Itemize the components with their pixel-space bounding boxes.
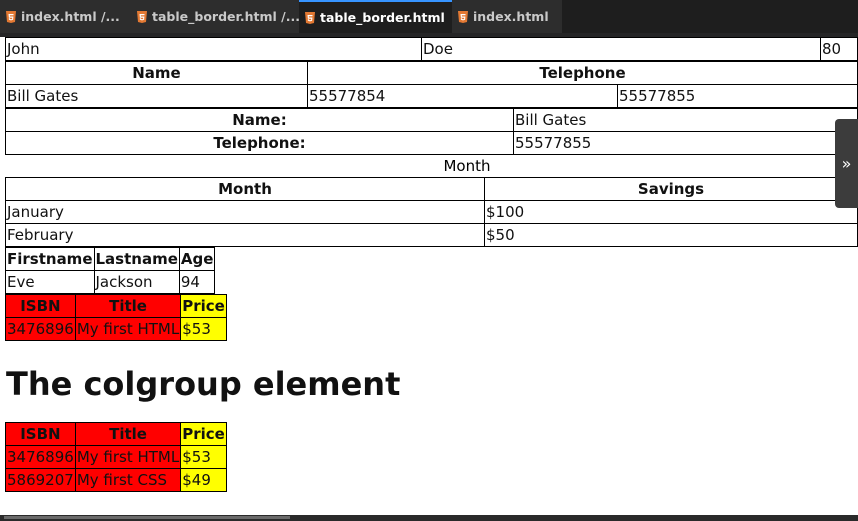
html-file-icon (6, 10, 16, 23)
table-header: Name: (5, 108, 514, 132)
tab-index-html-1[interactable]: index.html /... (0, 0, 131, 33)
table-row: January $100 (5, 200, 858, 224)
table-header: Price (180, 422, 227, 446)
table-cell: My first CSS (74, 468, 182, 492)
table-header: Price (180, 294, 227, 318)
tab-label: table_border.html (152, 9, 277, 24)
table-row: ISBN Title Price (5, 294, 227, 318)
page-heading: The colgroup element (6, 365, 401, 403)
table-header: Telephone: (5, 131, 514, 155)
table-row: Month Savings (5, 177, 858, 201)
preview-viewport: John Doe 80 Name Telephone Bill Gates 55… (0, 37, 858, 515)
tab-path-suffix: /... (281, 9, 299, 24)
double-chevron-right-icon: » (841, 154, 852, 173)
scrollbar-thumb[interactable] (4, 516, 290, 519)
html-file-icon (458, 10, 468, 23)
table-row: Bill Gates 55577854 55577855 (5, 84, 858, 108)
table-cell: John (5, 37, 422, 61)
table-caption: Month (443, 157, 491, 175)
tab-label: index.html (473, 9, 549, 24)
tab-table-border-html-1[interactable]: table_border.html /... (131, 0, 299, 33)
table-row: 3476896 My first HTML $53 (5, 445, 227, 469)
side-panel-toggle-button[interactable]: » (835, 119, 858, 208)
table-header: Lastname (93, 247, 180, 271)
table-cell: My first HTML (74, 445, 182, 469)
table-cell: Doe (421, 37, 821, 61)
table-rowheaders: Name: Bill Gates Telephone: 55577855 (5, 108, 858, 155)
table-row: Eve Jackson 94 (5, 270, 216, 294)
tab-label: table_border.html (320, 10, 445, 25)
tab-index-html-2[interactable]: index.html (452, 0, 562, 33)
table-cell: Eve (5, 270, 95, 294)
table-books-colgroup-2: ISBN Title Price 3476896 My first HTML $… (5, 422, 227, 492)
table-header: Name (5, 61, 308, 85)
editor-tab-bar: index.html /... table_border.html /... t… (0, 0, 858, 37)
table-name-row: John Doe 80 (5, 37, 858, 61)
table-people: Firstname Lastname Age Eve Jackson 94 (5, 247, 216, 294)
table-cell: Jackson (93, 270, 180, 294)
table-cell: 3476896 (5, 317, 76, 341)
html-file-icon (305, 11, 315, 24)
table-row: 3476896 My first HTML $53 (5, 317, 227, 341)
table-books-colgroup: ISBN Title Price 3476896 My first HTML $… (5, 294, 227, 341)
table-cell: 3476896 (5, 445, 76, 469)
tab-table-border-html-active[interactable]: table_border.html × (299, 0, 452, 33)
tab-path-suffix: /... (100, 9, 120, 24)
table-cell: 94 (178, 270, 216, 294)
table-header: Title (74, 294, 182, 318)
tab-bar-empty-area (562, 0, 858, 33)
table-header: Age (178, 247, 216, 271)
table-row: Name: Bill Gates (5, 108, 858, 132)
table-cell: 5869207 (5, 468, 76, 492)
table-row: February $50 (5, 223, 858, 247)
table-header: Firstname (5, 247, 95, 271)
table-cell: January (5, 200, 485, 224)
html-file-icon (137, 10, 147, 23)
table-header: ISBN (5, 294, 76, 318)
table-row: 5869207 My first CSS $49 (5, 468, 227, 492)
table-cell: $49 (180, 468, 227, 492)
table-cell: Bill Gates (513, 108, 858, 132)
table-cell: February (5, 223, 485, 247)
table-colspan: Name Telephone Bill Gates 55577854 55577… (5, 61, 858, 108)
table-cell: 55577855 (513, 131, 858, 155)
table-cell: Bill Gates (5, 84, 308, 108)
table-cell: $50 (484, 223, 858, 247)
table-row: Name Telephone (5, 61, 858, 85)
tab-label: index.html (21, 9, 97, 24)
table-cell: 80 (820, 37, 858, 61)
table-row: ISBN Title Price (5, 422, 227, 446)
table-header: Telephone (307, 61, 858, 85)
table-header: Savings (484, 177, 858, 201)
horizontal-scrollbar[interactable] (0, 515, 858, 521)
table-cell: $53 (180, 445, 227, 469)
table-row: Telephone: 55577855 (5, 131, 858, 155)
table-cell: My first HTML (74, 317, 182, 341)
table-row: Firstname Lastname Age (5, 247, 216, 271)
table-header: Title (74, 422, 182, 446)
table-savings: Month Savings January $100 February $50 (5, 177, 858, 247)
table-cell: 55577855 (617, 84, 858, 108)
table-header: ISBN (5, 422, 76, 446)
table-header: Month (5, 177, 485, 201)
table-cell: $53 (180, 317, 227, 341)
table-row: John Doe 80 (5, 37, 858, 61)
table-cell: 55577854 (307, 84, 618, 108)
table-cell: $100 (484, 200, 858, 224)
